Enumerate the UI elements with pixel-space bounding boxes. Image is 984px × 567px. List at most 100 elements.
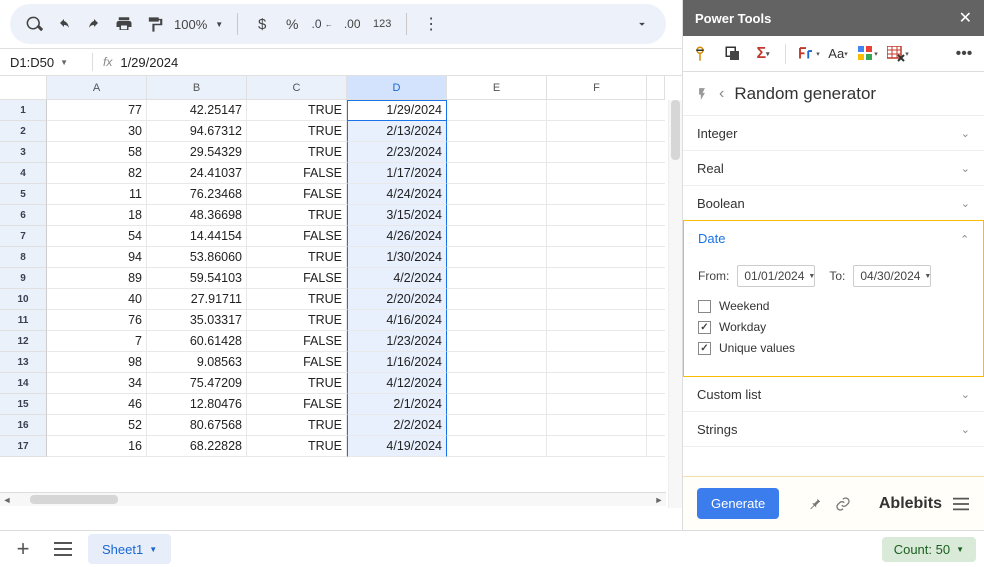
smart-toolbar-icon[interactable] [691, 42, 715, 66]
cell-B15[interactable]: 12.80476 [147, 394, 247, 415]
cell-E14[interactable] [447, 373, 547, 394]
cell-A11[interactable]: 76 [47, 310, 147, 331]
cell-F5[interactable] [547, 184, 647, 205]
more-icon[interactable]: ⋮ [421, 14, 441, 34]
row-header-6[interactable]: 6 [0, 205, 47, 226]
unique-values-checkbox[interactable]: Unique values [698, 341, 969, 355]
cell-B1[interactable]: 42.25147 [147, 100, 247, 121]
cell-C8[interactable]: TRUE [247, 247, 347, 268]
cell-C9[interactable]: FALSE [247, 268, 347, 289]
cell-D10[interactable]: 2/20/2024 [347, 289, 447, 310]
cell-C4[interactable]: FALSE [247, 163, 347, 184]
row-header-15[interactable]: 15 [0, 394, 47, 415]
cell-E8[interactable] [447, 247, 547, 268]
cell-C15[interactable]: FALSE [247, 394, 347, 415]
name-box[interactable]: D1:D50▼ [10, 55, 82, 70]
cell-F13[interactable] [547, 352, 647, 373]
cell-C1[interactable]: TRUE [247, 100, 347, 121]
all-sheets-button[interactable] [48, 534, 78, 564]
cell-E3[interactable] [447, 142, 547, 163]
cell-B9[interactable]: 59.54103 [147, 268, 247, 289]
cell-B12[interactable]: 60.61428 [147, 331, 247, 352]
cell-A15[interactable]: 46 [47, 394, 147, 415]
cell-E15[interactable] [447, 394, 547, 415]
cell-E16[interactable] [447, 415, 547, 436]
sum-icon[interactable]: Σ▾ [751, 42, 775, 66]
cell-C3[interactable]: TRUE [247, 142, 347, 163]
cell-D9[interactable]: 4/2/2024 [347, 268, 447, 289]
cell-A1[interactable]: 77 [47, 100, 147, 121]
cell-F10[interactable] [547, 289, 647, 310]
pin-icon[interactable] [806, 495, 824, 513]
cell-E2[interactable] [447, 121, 547, 142]
cell-F3[interactable] [547, 142, 647, 163]
from-date-input[interactable]: 01/01/2024▼ [737, 265, 815, 287]
back-icon[interactable]: ‹ [719, 85, 724, 103]
column-header-E[interactable]: E [447, 76, 547, 100]
undo-icon[interactable] [54, 14, 74, 34]
print-icon[interactable] [114, 14, 134, 34]
cell-F15[interactable] [547, 394, 647, 415]
row-header-11[interactable]: 11 [0, 310, 47, 331]
column-header-F[interactable]: F [547, 76, 647, 100]
cell-D2[interactable]: 2/13/2024 [347, 121, 447, 142]
cell-D8[interactable]: 1/30/2024 [347, 247, 447, 268]
cell-E6[interactable] [447, 205, 547, 226]
cell-B17[interactable]: 68.22828 [147, 436, 247, 457]
cell-A16[interactable]: 52 [47, 415, 147, 436]
cell-B16[interactable]: 80.67568 [147, 415, 247, 436]
cell-D17[interactable]: 4/19/2024 [347, 436, 447, 457]
cell-A5[interactable]: 11 [47, 184, 147, 205]
row-header-8[interactable]: 8 [0, 247, 47, 268]
cell-F7[interactable] [547, 226, 647, 247]
cell-A10[interactable]: 40 [47, 289, 147, 310]
cell-F11[interactable] [547, 310, 647, 331]
cell-E17[interactable] [447, 436, 547, 457]
cell-D14[interactable]: 4/12/2024 [347, 373, 447, 394]
cell-F14[interactable] [547, 373, 647, 394]
cell-D5[interactable]: 4/24/2024 [347, 184, 447, 205]
cell-E12[interactable] [447, 331, 547, 352]
cell-C7[interactable]: FALSE [247, 226, 347, 247]
cell-A7[interactable]: 54 [47, 226, 147, 247]
add-sheet-button[interactable]: + [8, 534, 38, 564]
close-icon[interactable]: ✕ [959, 8, 972, 28]
search-icon[interactable] [24, 14, 44, 34]
weekend-checkbox[interactable]: Weekend [698, 299, 969, 313]
cell-A13[interactable]: 98 [47, 352, 147, 373]
column-header-B[interactable]: B [147, 76, 247, 100]
row-header-16[interactable]: 16 [0, 415, 47, 436]
cell-A3[interactable]: 58 [47, 142, 147, 163]
cell-B6[interactable]: 48.36698 [147, 205, 247, 226]
cell-F9[interactable] [547, 268, 647, 289]
percent-icon[interactable]: % [282, 14, 302, 34]
cell-E9[interactable] [447, 268, 547, 289]
section-date-header[interactable]: Date⌄ [684, 221, 983, 255]
cell-C14[interactable]: TRUE [247, 373, 347, 394]
to-date-input[interactable]: 04/30/2024▼ [853, 265, 931, 287]
grid-tool-icon[interactable]: ▾ [856, 42, 880, 66]
text-case-icon[interactable]: ▾ [796, 42, 820, 66]
cell-D4[interactable]: 1/17/2024 [347, 163, 447, 184]
paint-format-icon[interactable] [144, 14, 164, 34]
cell-C12[interactable]: FALSE [247, 331, 347, 352]
column-header-D[interactable]: D [347, 76, 447, 100]
section-boolean[interactable]: Boolean⌄ [683, 186, 984, 221]
cell-B4[interactable]: 24.41037 [147, 163, 247, 184]
cell-D15[interactable]: 2/1/2024 [347, 394, 447, 415]
cell-B3[interactable]: 29.54329 [147, 142, 247, 163]
cell-A4[interactable]: 82 [47, 163, 147, 184]
cell-B13[interactable]: 9.08563 [147, 352, 247, 373]
cell-F4[interactable] [547, 163, 647, 184]
font-icon[interactable]: Aa▾ [826, 42, 850, 66]
more-tools-icon[interactable]: ••• [952, 42, 976, 66]
zoom-dropdown[interactable]: 100%▼ [174, 17, 223, 32]
row-header-12[interactable]: 12 [0, 331, 47, 352]
link-icon[interactable] [834, 495, 852, 513]
row-header-14[interactable]: 14 [0, 373, 47, 394]
select-all-corner[interactable] [0, 76, 47, 100]
horizontal-scrollbar[interactable]: ◄► [0, 492, 666, 506]
section-strings[interactable]: Strings⌄ [683, 412, 984, 447]
row-header-17[interactable]: 17 [0, 436, 47, 457]
column-header-C[interactable]: C [247, 76, 347, 100]
